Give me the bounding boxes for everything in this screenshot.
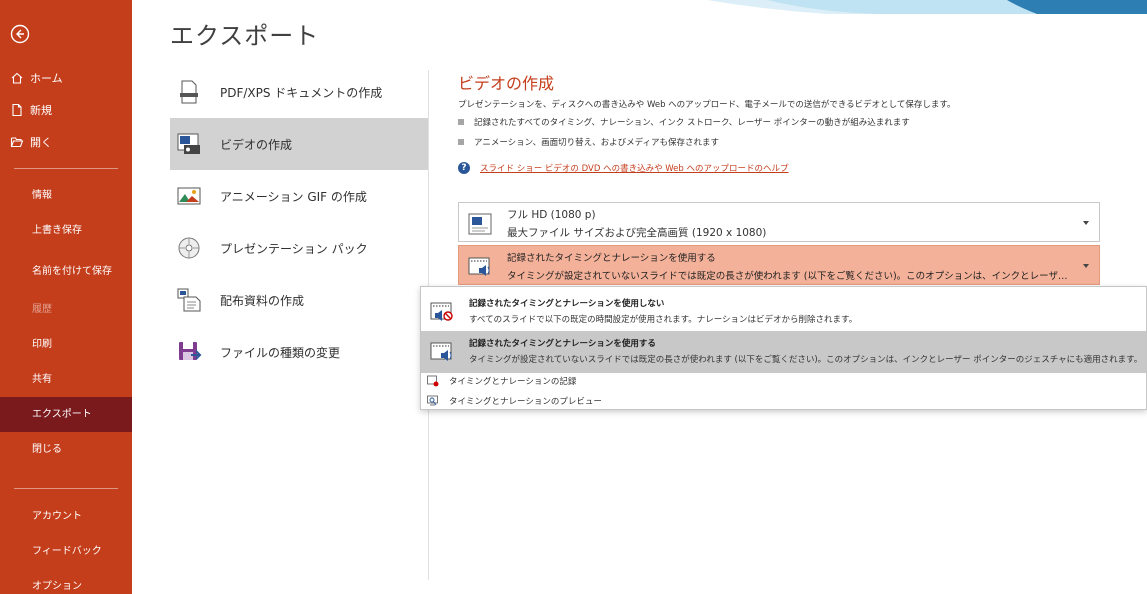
nav-item-label: フィードバック — [32, 546, 102, 557]
timing-dropdown[interactable]: 記録されたタイミングとナレーションを使用する タイミングが設定されていないスライ… — [458, 245, 1100, 285]
nav-item-label: 名前を付けて保存 — [32, 266, 112, 277]
nav-item-open[interactable]: 開く — [0, 126, 132, 158]
dropdown-subtitle: タイミングが設定されていないスライドでは既定の長さが使われます (以下をご覧くだ… — [507, 271, 1068, 282]
nav-item-export[interactable]: エクスポート — [0, 397, 132, 432]
dropdown-title: 記録されたタイミングとナレーションを使用する — [507, 253, 716, 264]
feature-bullet: 記録されたすべてのタイミング、ナレーション、インク ストローク、レーザー ポイン… — [458, 116, 910, 128]
nav-item-label: 開く — [30, 136, 52, 149]
menu-option-no-timings[interactable]: 記録されたタイミングとナレーションを使用しない すべてのスライドで以下の既定の時… — [421, 291, 1146, 333]
feature-bullet: アニメーション、画面切り替え、およびメディアも保存されます — [458, 136, 719, 148]
nav-item-history[interactable]: 履歴 — [0, 292, 132, 327]
nav-top-group: ホーム 新規 開く — [0, 62, 132, 158]
bullet-text: 記録されたすべてのタイミング、ナレーション、インク ストローク、レーザー ポイン… — [474, 118, 910, 128]
bullet-text: アニメーション、画面切り替え、およびメディアも保存されます — [474, 138, 720, 148]
nav-item-label: アカウント — [32, 511, 82, 522]
menu-option-subtitle: タイミングが設定されていないスライドでは既定の長さが使われます (以下をご覧くだ… — [469, 355, 1143, 365]
menu-action-label: タイミングとナレーションの記録 — [449, 377, 577, 387]
header-decoration — [707, 0, 1147, 14]
timing-narration-icon — [430, 342, 452, 361]
cd-package-icon — [178, 237, 200, 259]
export-option-package[interactable]: プレゼンテーション パック — [170, 222, 428, 274]
video-quality-icon — [468, 213, 492, 235]
back-arrow-icon[interactable] — [10, 24, 30, 44]
help-link[interactable]: スライド ショー ビデオの DVD への書き込みや Web へのアップロードのヘ… — [480, 162, 789, 174]
nav-item-share[interactable]: 共有 — [0, 362, 132, 397]
nav-divider — [14, 168, 118, 169]
new-document-icon — [12, 103, 22, 117]
nav-item-home[interactable]: ホーム — [0, 62, 132, 94]
timing-options-menu: 記録されたタイミングとナレーションを使用しない すべてのスライドで以下の既定の時… — [420, 286, 1147, 410]
handouts-icon — [177, 288, 201, 312]
home-icon — [11, 72, 23, 84]
export-option-pdf[interactable]: PDF/XPS ドキュメントの作成 — [170, 66, 428, 118]
nav-item-label: 情報 — [32, 189, 52, 201]
chevron-down-icon — [1083, 221, 1089, 225]
nav-item-label: オプション — [32, 581, 82, 592]
nav-item-info[interactable]: 情報 — [0, 178, 132, 213]
bullet-marker — [458, 139, 464, 145]
menu-action-preview[interactable]: タイミングとナレーションのプレビュー — [427, 395, 602, 407]
export-option-label: 配布資料の作成 — [220, 293, 305, 308]
export-option-video[interactable]: ビデオの作成 — [170, 118, 428, 170]
quality-dropdown[interactable]: フル HD (1080 p) 最大ファイル サイズおよび完全高画質 (1920 … — [458, 202, 1100, 242]
nav-item-label: 閉じる — [32, 443, 62, 455]
menu-option-subtitle: すべてのスライドで以下の既定の時間設定が使用されます。ナレーションはビデオから削… — [469, 315, 858, 325]
export-option-label: ビデオの作成 — [220, 137, 293, 152]
nav-bottom-group: アカウント フィードバック オプション — [0, 497, 132, 594]
menu-option-title: 記録されたタイミングとナレーションを使用しない — [469, 299, 665, 309]
nav-mid-group: 情報 上書き保存 名前を付けて保存 履歴 印刷 共有 エクスポート 閉じる — [0, 178, 132, 467]
nav-item-label: 上書き保存 — [32, 224, 82, 236]
nav-item-save-as[interactable]: 名前を付けて保存 — [0, 248, 132, 292]
nav-item-options[interactable]: オプション — [0, 567, 132, 594]
nav-item-label: 新規 — [30, 104, 52, 117]
nav-item-feedback[interactable]: フィードバック — [0, 532, 132, 567]
menu-action-record[interactable]: タイミングとナレーションの記録 — [427, 375, 576, 387]
export-option-change-type[interactable]: ファイルの種類の変更 — [170, 326, 428, 378]
export-option-label: アニメーション GIF の作成 — [220, 189, 367, 204]
export-option-handouts[interactable]: 配布資料の作成 — [170, 274, 428, 326]
menu-option-title: 記録されたタイミングとナレーションを使用する — [469, 339, 656, 349]
menu-action-label: タイミングとナレーションのプレビュー — [449, 397, 602, 407]
help-icon: ? — [458, 162, 470, 174]
record-icon — [427, 375, 439, 387]
export-options-list: PDF/XPS ドキュメントの作成 ビデオの作成 アニメーション GIF の作成 — [170, 66, 428, 378]
gif-image-icon — [177, 187, 201, 205]
menu-option-use-timings[interactable]: 記録されたタイミングとナレーションを使用する タイミングが設定されていないスライ… — [421, 331, 1146, 373]
powerpoint-backstage: ホーム 新規 開く 情報 上書き保存 名前を付けて保存 履歴 印刷 共有 エクス… — [0, 0, 1147, 594]
no-narration-icon — [430, 302, 453, 321]
preview-icon — [427, 395, 438, 406]
open-folder-icon — [10, 137, 24, 148]
pdf-document-icon — [180, 80, 198, 104]
dropdown-subtitle: 最大ファイル サイズおよび完全高画質 (1920 x 1080) — [507, 227, 767, 239]
nav-item-print[interactable]: 印刷 — [0, 327, 132, 362]
nav-item-label: ホーム — [30, 72, 63, 85]
nav-divider — [14, 488, 118, 489]
dropdown-title: フル HD (1080 p) — [507, 209, 596, 221]
export-option-gif[interactable]: アニメーション GIF の作成 — [170, 170, 428, 222]
bullet-marker — [458, 119, 464, 125]
video-icon — [177, 133, 200, 154]
timing-narration-icon — [468, 257, 490, 276]
nav-item-label: 履歴 — [32, 303, 52, 315]
section-heading: ビデオの作成 — [458, 74, 555, 93]
page-title: エクスポート — [170, 22, 320, 50]
export-option-label: ファイルの種類の変更 — [220, 345, 341, 360]
export-option-label: プレゼンテーション パック — [220, 241, 368, 256]
nav-item-new[interactable]: 新規 — [0, 94, 132, 126]
nav-item-label: 印刷 — [32, 338, 52, 350]
nav-item-label: 共有 — [32, 373, 52, 385]
nav-item-account[interactable]: アカウント — [0, 497, 132, 532]
nav-item-close[interactable]: 閉じる — [0, 432, 132, 467]
nav-item-label: エクスポート — [32, 408, 92, 420]
backstage-nav: ホーム 新規 開く 情報 上書き保存 名前を付けて保存 履歴 印刷 共有 エクス… — [0, 0, 132, 594]
save-as-type-icon — [179, 342, 202, 360]
nav-item-save[interactable]: 上書き保存 — [0, 213, 132, 248]
section-description: プレゼンテーションを、ディスクへの書き込みや Web へのアップロード、電子メー… — [458, 100, 956, 110]
export-option-label: PDF/XPS ドキュメントの作成 — [220, 85, 383, 100]
chevron-down-icon — [1083, 264, 1089, 268]
help-row: ? スライド ショー ビデオの DVD への書き込みや Web へのアップロード… — [458, 162, 789, 174]
